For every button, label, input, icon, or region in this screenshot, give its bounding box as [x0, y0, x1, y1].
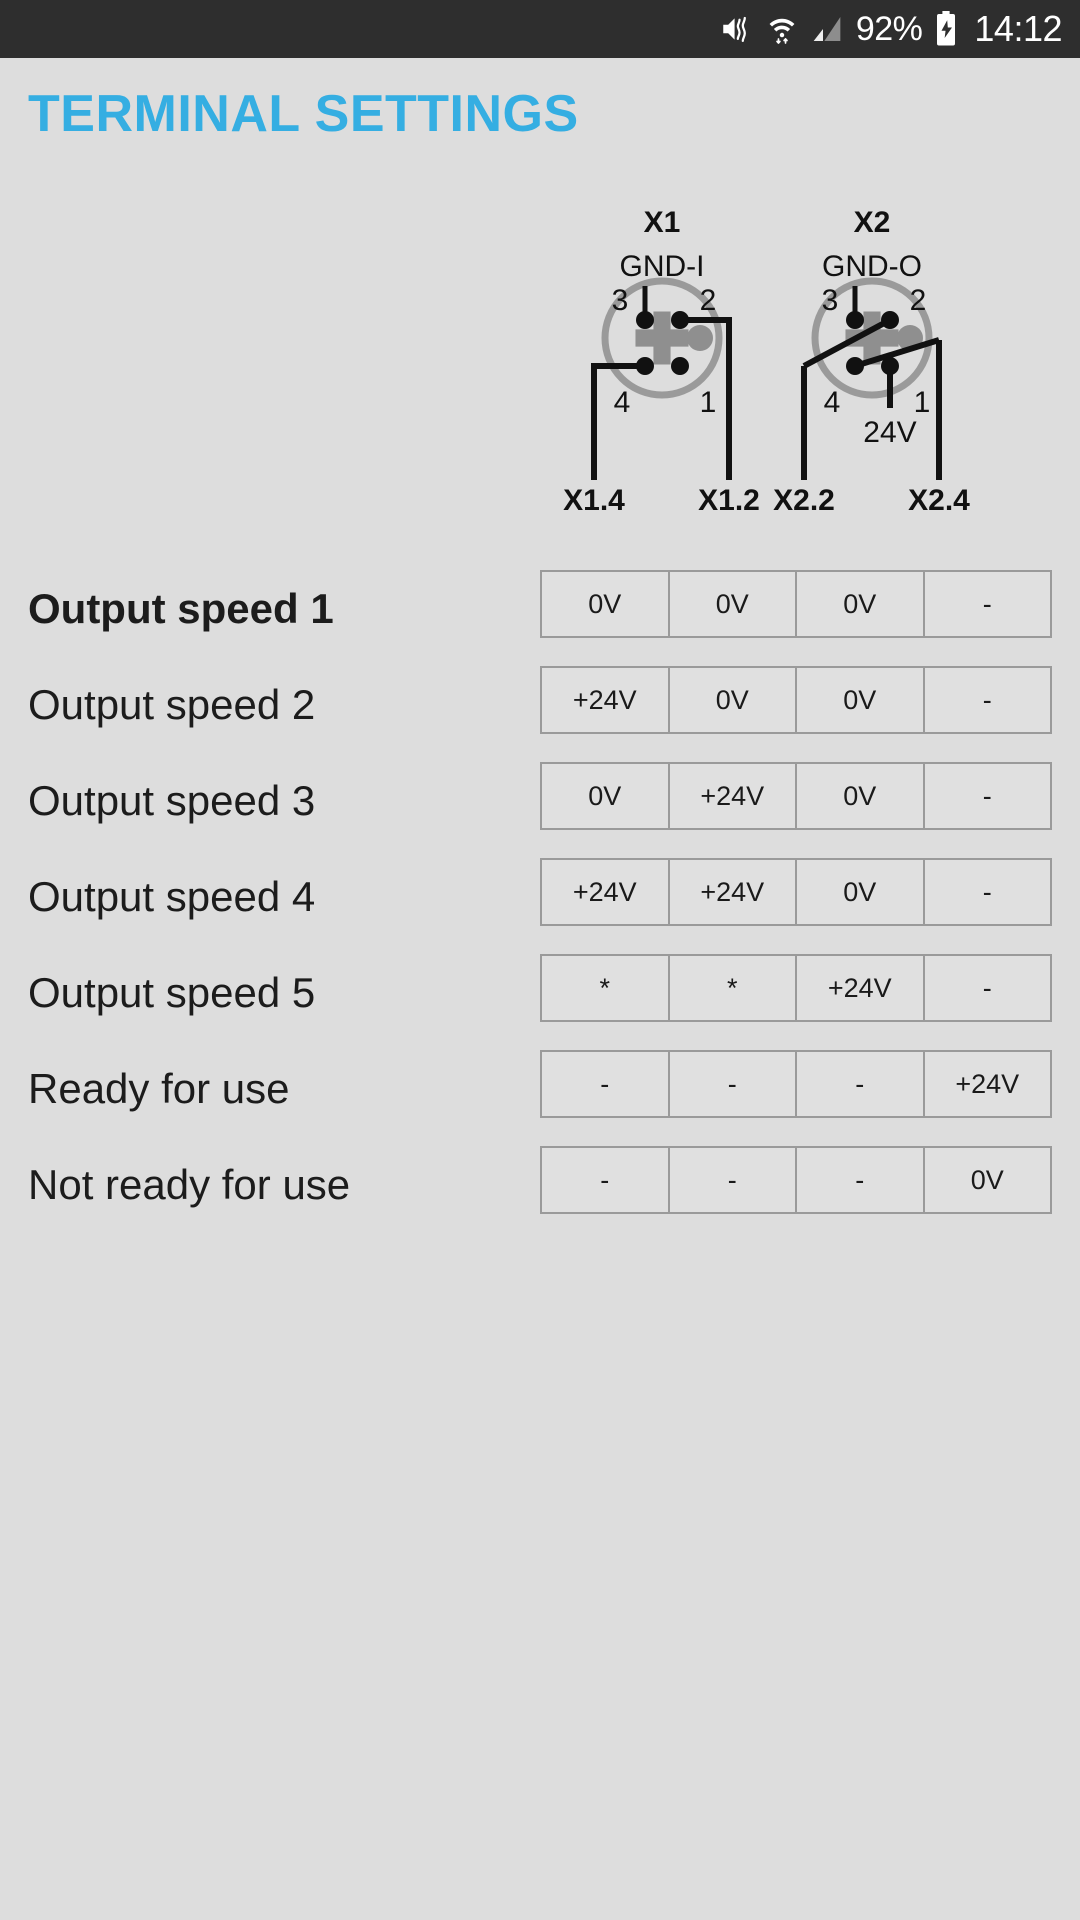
value-cell: 0V [797, 668, 925, 732]
wifi-icon [766, 12, 798, 46]
connector-x1-name: X1 [644, 206, 681, 239]
terminal-settings-table: Output speed 1 0V 0V 0V - Output speed 2 +24V 0… [0, 570, 1080, 1242]
connector-x2-pin-1-dot [881, 357, 899, 375]
value-cell: 0V [670, 572, 797, 636]
row-value-cells: 0V +24V 0V - [540, 762, 1052, 830]
table-row[interactable]: Output speed 5 * * +24V - [0, 954, 1080, 1032]
value-cell: +24V [955, 1068, 1020, 1099]
value-cell: - [670, 1052, 797, 1116]
table-row[interactable]: Output speed 1 0V 0V 0V - [0, 570, 1080, 648]
page-title: TERMINAL SETTINGS [28, 85, 579, 143]
connector-x2-pin-4-dot [846, 357, 864, 375]
value-cell: - [982, 780, 992, 811]
table-row[interactable]: Ready for use - - - +24V [0, 1050, 1080, 1128]
value-cell: +24V [797, 956, 925, 1020]
row-label: Output speed 5 [28, 969, 316, 1016]
connector-x1-pin-2-dot [671, 311, 689, 329]
connector-x2-24v-label: 24V [863, 416, 916, 449]
terminal-label-x1-2: X1.2 [698, 484, 760, 517]
row-label: Output speed 1 [28, 585, 334, 632]
value-cell: +24V [542, 668, 670, 732]
value-cell: 0V [670, 668, 797, 732]
connector-x1-pin-4-dot [636, 357, 654, 375]
terminal-label-x1-4: X1.4 [563, 484, 625, 517]
connector-x2-pin-3-label: 3 [822, 284, 839, 317]
battery-percent-label: 92% [855, 9, 923, 48]
connector-x2: X2 GND-O 3 2 4 1 24V [801, 206, 942, 480]
connector-x1-pin-1-label: 1 [700, 386, 717, 419]
value-cell: * [542, 956, 670, 1020]
value-cell: - [797, 1148, 925, 1212]
value-cell: - [982, 876, 992, 907]
value-cell: +24V [670, 860, 797, 924]
table-row[interactable]: Output speed 3 0V +24V 0V - [0, 762, 1080, 840]
connector-x2-pin-4-label: 4 [824, 386, 841, 419]
value-cell: - [542, 1052, 670, 1116]
connector-x1-pin-1-dot [671, 357, 689, 375]
connector-x1-pin-3-dot [636, 311, 654, 329]
signal-icon [811, 13, 843, 45]
connector-x1-pin-4-label: 4 [614, 386, 631, 419]
value-cell: - [982, 588, 992, 619]
row-label: Ready for use [28, 1065, 290, 1112]
value-cell: - [797, 1052, 925, 1116]
row-value-cells: - - -0V [540, 1146, 1052, 1214]
value-cell: 0V [542, 572, 670, 636]
value-cell: * [670, 956, 797, 1020]
connector-x2-pin-3-dot [846, 311, 864, 329]
clock-label: 14:12 [974, 8, 1062, 49]
terminal-label-x2-2: X2.2 [773, 484, 835, 517]
table-row[interactable]: Not ready for use - - -0V [0, 1146, 1080, 1224]
connector-x2-pin-2-dot [881, 311, 899, 329]
connector-x1-pin-2-label: 2 [700, 284, 717, 317]
row-label: Output speed 4 [28, 873, 316, 920]
status-bar: 92% 14:12 [0, 0, 1080, 58]
connector-x2-pin-1-label: 1 [914, 386, 931, 419]
value-cell: 0V [797, 860, 925, 924]
status-bar-icons: 92% 14:12 [719, 8, 1062, 50]
value-cell: - [670, 1148, 797, 1212]
battery-charging-icon [935, 11, 957, 47]
value-cell: +24V [670, 764, 797, 828]
table-row[interactable]: Output speed 4 +24V +24V 0V - [0, 858, 1080, 936]
row-label: Output speed 3 [28, 777, 316, 824]
value-cell: +24V [542, 860, 670, 924]
row-value-cells: * * +24V - [540, 954, 1052, 1022]
value-cell: 0V [797, 764, 925, 828]
mute-icon [719, 12, 753, 46]
row-value-cells: +24V +24V 0V - [540, 858, 1052, 926]
terminal-wiring-diagram: X1 GND-I 3 2 4 1 X2 GND-O 3 2 4 1 24V X1… [530, 190, 1070, 530]
value-cell: 0V [542, 764, 670, 828]
value-cell: - [542, 1148, 670, 1212]
value-cell: 0V [797, 572, 925, 636]
row-value-cells: 0V 0V 0V - [540, 570, 1052, 638]
row-value-cells: - - - +24V [540, 1050, 1052, 1118]
row-label: Output speed 2 [28, 681, 316, 728]
connector-x2-name: X2 [854, 206, 891, 239]
terminal-label-x2-4: X2.4 [908, 484, 970, 517]
connector-x1-pin-3-label: 3 [612, 284, 629, 317]
value-cell: - [982, 684, 992, 715]
row-label: Not ready for use [28, 1161, 351, 1208]
value-cell: - [982, 972, 992, 1003]
connector-x2-pin-2-label: 2 [910, 284, 927, 317]
value-cell: 0V [970, 1164, 1004, 1195]
table-row[interactable]: Output speed 2 +24V 0V 0V - [0, 666, 1080, 744]
connector-x1: X1 GND-I 3 2 4 1 [591, 206, 732, 480]
row-value-cells: +24V 0V 0V - [540, 666, 1052, 734]
